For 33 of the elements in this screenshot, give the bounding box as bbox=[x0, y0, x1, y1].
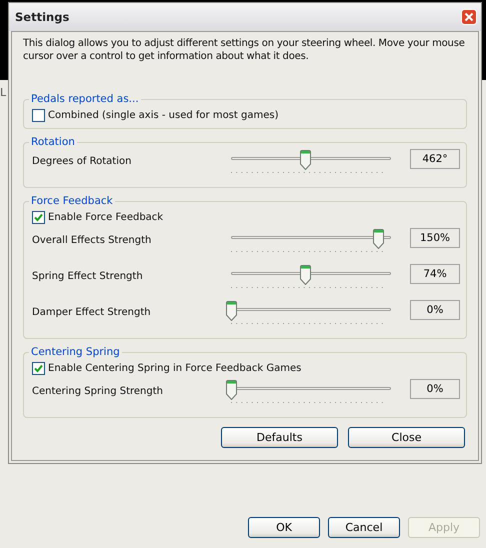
intro-text: This dialog allows you to adjust different settings on your steering wheel. Move your mouse cursor over a control to get information about what it does. bbox=[23, 37, 466, 63]
dialog-button[interactable]: Close bbox=[348, 427, 465, 448]
slider-label: Overall Effects Strength bbox=[32, 234, 152, 246]
checkbox-label: Combined (single axis - used for most games) bbox=[48, 110, 278, 120]
slider-thumb[interactable] bbox=[226, 380, 237, 400]
slider-thumb[interactable] bbox=[300, 150, 312, 170]
slider-label: Damper Effect Strength bbox=[32, 306, 152, 318]
dialog-button[interactable]: Defaults bbox=[221, 427, 338, 448]
close-icon[interactable] bbox=[461, 9, 477, 25]
group-title: Rotation bbox=[30, 136, 76, 148]
dialog-button[interactable]: OK bbox=[248, 517, 320, 538]
slider-thumb[interactable] bbox=[226, 301, 237, 321]
group-title: Force Feedback bbox=[30, 195, 114, 207]
group-title: Centering Spring bbox=[30, 346, 121, 358]
checkbox-label: Enable Force Feedback bbox=[48, 212, 164, 222]
slider-label: Degrees of Rotation bbox=[32, 155, 132, 167]
slider-thumb[interactable] bbox=[373, 229, 384, 249]
value-field: 74% bbox=[410, 264, 460, 284]
value-field: 0% bbox=[410, 379, 460, 399]
checkbox[interactable] bbox=[32, 362, 45, 374]
checkbox[interactable] bbox=[32, 108, 45, 122]
value-field: 150% bbox=[410, 228, 460, 248]
dialog-button[interactable]: Cancel bbox=[328, 517, 400, 538]
value-field: 0% bbox=[410, 300, 460, 320]
value-field: 462° bbox=[410, 149, 460, 169]
slider-label: Centering Spring Strength bbox=[32, 385, 164, 397]
checkbox-label: Enable Centering Spring in Force Feedback Games bbox=[48, 362, 302, 374]
slider-label: Spring Effect Strength bbox=[32, 270, 144, 282]
window-title: Settings bbox=[15, 10, 70, 24]
checkbox[interactable] bbox=[32, 210, 45, 224]
group-title: Pedals reported as... bbox=[30, 93, 140, 105]
slider-thumb[interactable] bbox=[300, 265, 312, 285]
window-title: L bbox=[0, 86, 6, 99]
